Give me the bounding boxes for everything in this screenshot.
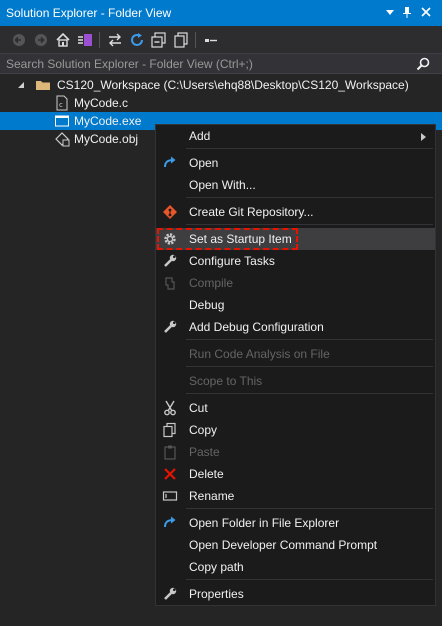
forward-icon[interactable]: [32, 31, 50, 49]
menu-item-label: Add: [189, 129, 211, 143]
menu-item-label: Rename: [189, 489, 235, 503]
search-icon[interactable]: [416, 57, 430, 71]
menu-item-open-folder-in-file-explorer[interactable]: Open Folder in File Explorer: [156, 512, 435, 534]
copy-icon: [162, 422, 178, 438]
menu-item-label: Create Git Repository...: [189, 205, 314, 219]
pin-icon[interactable]: [399, 4, 415, 20]
menu-item-label: Debug: [189, 298, 225, 312]
menu-item-label: Properties: [189, 587, 244, 601]
menu-item-open-developer-command-prompt[interactable]: Open Developer Command Prompt: [156, 534, 435, 556]
menu-separator: [186, 339, 433, 340]
switch-views-icon[interactable]: [76, 31, 94, 49]
obj-file-icon: [54, 131, 70, 147]
search-bar: [0, 54, 442, 74]
sync-icon[interactable]: [106, 31, 124, 49]
menu-item-label: Cut: [189, 401, 208, 415]
menu-item-paste[interactable]: Paste: [156, 441, 435, 463]
menu-item-open-with[interactable]: Open With...: [156, 174, 435, 196]
toolbar: [0, 26, 442, 54]
tree-item-label: MyCode.c: [74, 96, 129, 110]
menu-item-label: Paste: [189, 445, 220, 459]
menu-item-label: Open Folder in File Explorer: [189, 516, 340, 530]
menu-separator: [186, 224, 433, 225]
menu-item-add[interactable]: Add: [156, 125, 435, 147]
svg-text:c: c: [59, 101, 63, 109]
delete-x-icon: [162, 466, 178, 482]
tree-root-label: CS120_Workspace (C:\Users\ehq88\Desktop\…: [57, 78, 409, 92]
close-icon[interactable]: [418, 4, 434, 20]
window-title: Solution Explorer - Folder View: [6, 6, 172, 20]
menu-item-add-debug-configuration[interactable]: Add Debug Configuration: [156, 316, 435, 338]
menu-item-set-as-startup-item[interactable]: Set as Startup Item: [156, 228, 435, 250]
wrench-icon: [162, 253, 178, 269]
menu-item-label: Copy: [189, 423, 218, 437]
menu-item-cut[interactable]: Cut: [156, 397, 435, 419]
exe-file-icon: [54, 113, 70, 129]
menu-item-copy[interactable]: Copy: [156, 419, 435, 441]
menu-item-label: Open With...: [189, 178, 256, 192]
wrench-icon: [162, 586, 178, 602]
open-arrow-icon: [162, 155, 178, 171]
menu-item-label: Run Code Analysis on File: [189, 347, 330, 361]
menu-separator: [186, 579, 433, 580]
expand-arrow-icon[interactable]: [16, 79, 26, 89]
gear-icon: [162, 231, 178, 247]
menu-item-configure-tasks[interactable]: Configure Tasks: [156, 250, 435, 272]
menu-item-create-git-repository[interactable]: Create Git Repository...: [156, 201, 435, 223]
refresh-icon[interactable]: [128, 31, 146, 49]
collapse-all-icon[interactable]: [150, 31, 168, 49]
menu-separator: [186, 366, 433, 367]
tree-item-label: MyCode.obj: [74, 132, 139, 146]
menu-item-open[interactable]: Open: [156, 152, 435, 174]
c-file-icon: c: [54, 95, 70, 111]
menu-item-run-code-analysis[interactable]: Run Code Analysis on File: [156, 343, 435, 365]
paste-icon: [162, 444, 178, 460]
menu-item-compile[interactable]: Compile: [156, 272, 435, 294]
tree-root-folder[interactable]: CS120_Workspace (C:\Users\ehq88\Desktop\…: [0, 76, 442, 94]
dropdown-icon[interactable]: [382, 4, 398, 20]
menu-separator: [186, 148, 433, 149]
wrench-icon: [162, 319, 178, 335]
menu-item-scope-to-this[interactable]: Scope to This: [156, 370, 435, 392]
home-icon[interactable]: [54, 31, 72, 49]
folder-icon: [35, 77, 51, 93]
rename-icon: [162, 488, 178, 504]
git-icon: [162, 204, 178, 220]
menu-item-label: Scope to This: [189, 374, 263, 388]
toolbar-separator: [99, 32, 100, 48]
menu-item-delete[interactable]: Delete: [156, 463, 435, 485]
menu-item-debug[interactable]: Debug: [156, 294, 435, 316]
tree-item-label: MyCode.exe: [74, 114, 142, 128]
compile-icon: [162, 275, 178, 291]
toolbar-separator: [195, 32, 196, 48]
menu-item-copy-path[interactable]: Copy path: [156, 556, 435, 578]
menu-item-label: Open Developer Command Prompt: [189, 538, 378, 552]
search-input[interactable]: [6, 55, 406, 72]
tree-item-mycode-c[interactable]: c MyCode.c: [0, 94, 442, 112]
context-menu: Add Open Open With... Create Git Reposit…: [155, 124, 436, 606]
menu-item-label: Configure Tasks: [189, 254, 275, 268]
window-title-bar: Solution Explorer - Folder View: [0, 0, 442, 26]
menu-item-label: Set as Startup Item: [189, 232, 292, 246]
menu-separator: [186, 197, 433, 198]
back-icon[interactable]: [10, 31, 28, 49]
menu-item-label: Open: [189, 156, 219, 170]
open-arrow-icon: [162, 515, 178, 531]
submenu-arrow-icon: [421, 131, 427, 141]
menu-item-label: Add Debug Configuration: [189, 320, 324, 334]
menu-item-label: Compile: [189, 276, 234, 290]
properties-icon[interactable]: [202, 31, 220, 49]
menu-item-label: Delete: [189, 467, 224, 481]
menu-separator: [186, 393, 433, 394]
menu-separator: [186, 508, 433, 509]
menu-item-properties[interactable]: Properties: [156, 583, 435, 605]
menu-item-label: Copy path: [189, 560, 244, 574]
scissors-icon: [162, 400, 178, 416]
menu-item-rename[interactable]: Rename: [156, 485, 435, 507]
show-all-files-icon[interactable]: [172, 31, 190, 49]
